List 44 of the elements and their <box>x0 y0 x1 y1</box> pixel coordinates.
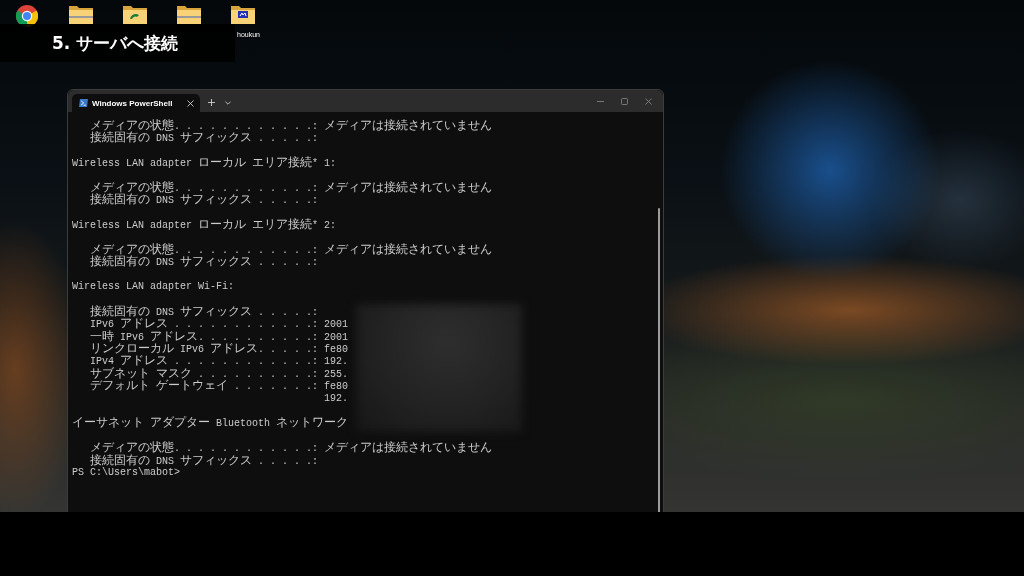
plus-icon[interactable] <box>208 99 215 106</box>
window-close-icon[interactable] <box>645 97 652 105</box>
adapter-heading: Wireless LAN adapter ローカル エリア接続* 1: <box>72 158 337 170</box>
maximize-icon[interactable] <box>621 97 628 105</box>
field-value: メディアは接続されていません <box>324 244 493 256</box>
terminal-tab[interactable]: Windows PowerShell <box>72 94 200 112</box>
terminal-prompt-icon <box>79 99 88 107</box>
scrollbar-thumb[interactable] <box>658 208 660 512</box>
folder-icon[interactable] <box>123 5 147 24</box>
field-value: 192. <box>324 392 349 404</box>
field-label: 一時 IPv6 アドレス. . . . . . . . . .: <box>90 331 319 343</box>
command-prompt: PS C:\Users\mabot> <box>72 466 181 478</box>
field-label: メディアの状態. . . . . . . . . . . .: <box>90 244 319 256</box>
field-label: 接続固有の DNS サフィックス . . . . .: <box>90 306 319 318</box>
chevron-down-icon[interactable] <box>225 101 231 105</box>
adapter-heading: Wireless LAN adapter Wi-Fi: <box>72 281 235 293</box>
field-value: 2001 <box>324 331 349 343</box>
field-value: メディアは接続されていません <box>324 182 493 194</box>
field-label: リンクローカル IPv6 アドレス. . . . .: <box>90 344 319 356</box>
zip-folder-icon[interactable] <box>69 5 93 24</box>
field-label: メディアの状態. . . . . . . . . . . .: <box>90 443 319 455</box>
field-value: 255. <box>324 368 349 380</box>
field-label: 接続固有の DNS サフィックス . . . . .: <box>90 455 319 467</box>
field-label: IPv6 アドレス . . . . . . . . . . . .: <box>90 319 319 331</box>
field-label: 接続固有の DNS サフィックス . . . . .: <box>90 257 319 269</box>
field-value: 192. <box>324 356 349 368</box>
adapter-heading: イーサネット アダプター Bluetooth ネットワーク <box>72 418 349 430</box>
field-label: 接続固有の DNS サフィックス . . . . .: <box>90 133 319 145</box>
zip-folder-icon[interactable] <box>177 5 201 24</box>
field-label: 接続固有の DNS サフィックス . . . . .: <box>90 195 319 207</box>
field-label: メディアの状態. . . . . . . . . . . .: <box>90 121 319 132</box>
field-label: サブネット マスク . . . . . . . . . .: <box>90 368 319 380</box>
tab-close-icon[interactable] <box>187 99 194 107</box>
field-label: メディアの状態. . . . . . . . . . . .: <box>90 182 319 194</box>
adapter-heading: Wireless LAN adapter ローカル エリア接続* 2: <box>72 220 337 232</box>
field-label: デフォルト ゲートウェイ . . . . . . .: <box>90 381 319 393</box>
field-value: メディアは接続されていません <box>324 121 493 132</box>
caption-title: 5. サーバへ接続 <box>52 31 179 55</box>
field-value: 2001 <box>324 319 349 331</box>
field-value: メディアは接続されていません <box>324 443 493 455</box>
field-label: IPv4 アドレス . . . . . . . . . . . .: <box>90 356 319 368</box>
field-value: fe80 <box>324 344 349 356</box>
app-folder-icon[interactable] <box>231 5 255 24</box>
field-value: fe80 <box>324 381 349 393</box>
